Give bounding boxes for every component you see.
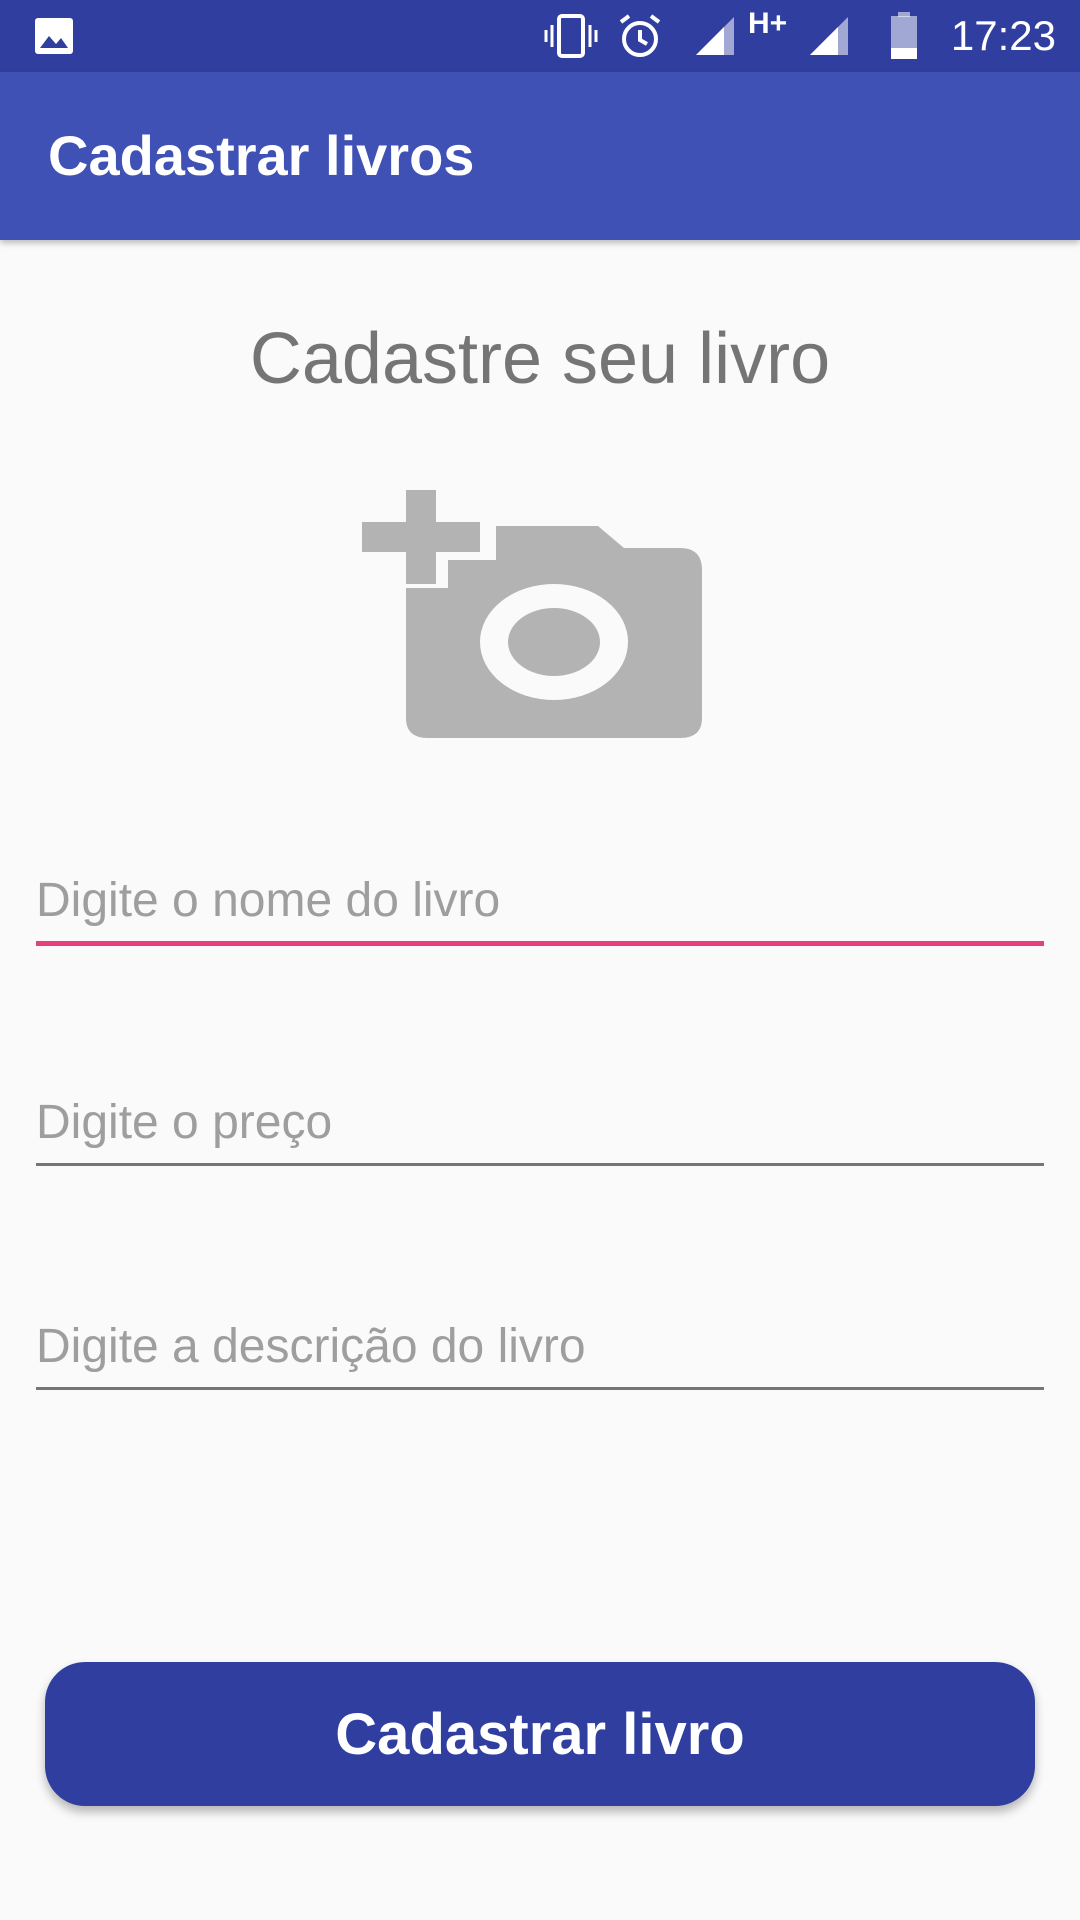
price-input[interactable]	[36, 1082, 1044, 1162]
field-underline	[36, 941, 1044, 946]
add-a-photo-icon[interactable]	[362, 490, 704, 740]
signal-icon	[808, 0, 850, 72]
signal-icon	[694, 0, 736, 72]
page-heading: Cadastre seu livro	[249, 319, 831, 399]
battery-icon	[890, 0, 918, 72]
app-bar: Cadastrar livros	[0, 72, 1080, 240]
status-bar: H+ 17:23	[0, 0, 1080, 72]
app-bar-title: Cadastrar livros	[48, 124, 475, 187]
book-name-input[interactable]	[36, 860, 1044, 940]
status-time: 17:23	[950, 12, 1056, 59]
field-underline	[36, 1387, 1044, 1390]
price-field[interactable]	[36, 1082, 1044, 1166]
vibrate-icon	[544, 0, 598, 72]
description-field[interactable]	[36, 1306, 1044, 1390]
network-type-label: H+	[748, 7, 788, 40]
book-name-field[interactable]	[36, 860, 1044, 946]
image-icon	[34, 0, 74, 72]
field-underline	[36, 1163, 1044, 1166]
alarm-icon	[616, 0, 664, 72]
submit-book-button[interactable]: Cadastrar livro	[45, 1662, 1035, 1806]
description-input[interactable]	[36, 1306, 1044, 1386]
